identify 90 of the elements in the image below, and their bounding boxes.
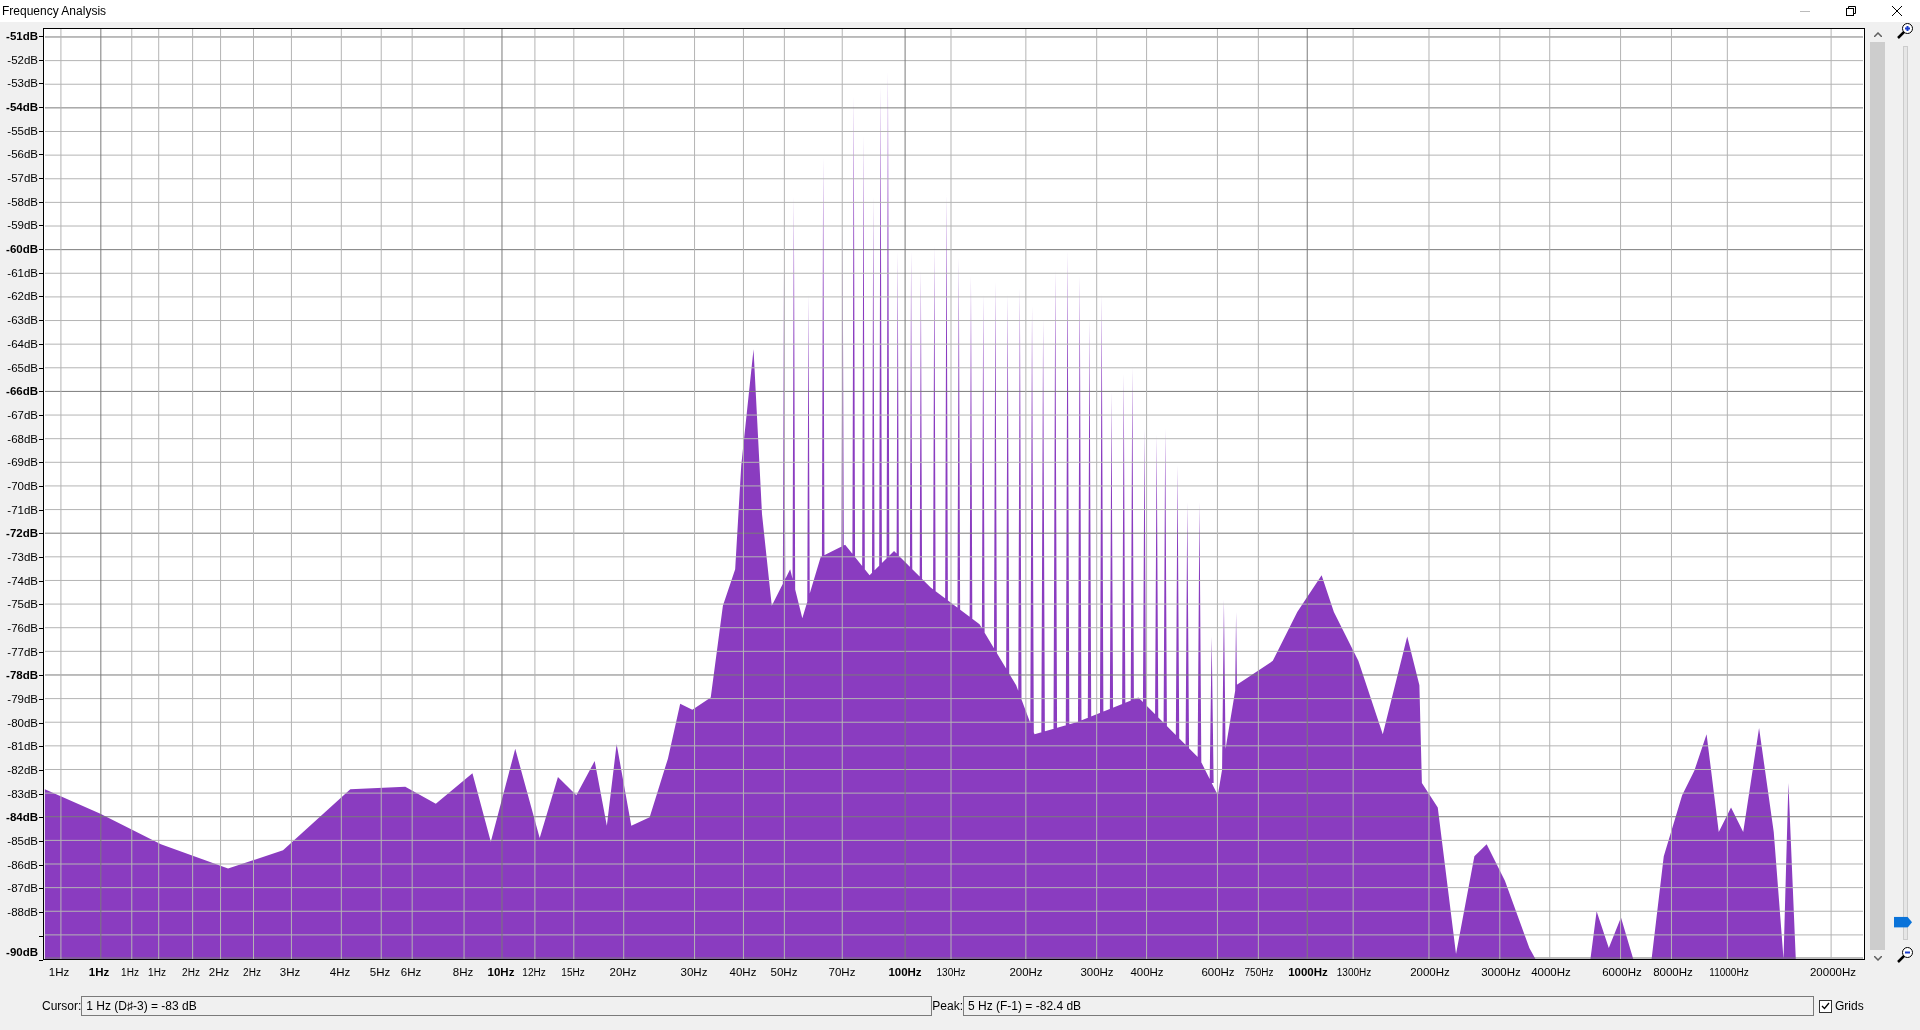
y-axis-label: -82dB	[7, 764, 38, 777]
y-axis-label: -65dB	[7, 361, 38, 374]
y-axis-label: -68dB	[7, 432, 38, 445]
y-axis-label: -53dB	[7, 77, 38, 90]
y-axis-label: -72dB	[6, 527, 38, 540]
y-axis-label: -86dB	[7, 858, 38, 871]
x-axis-label: 5Hz	[369, 966, 391, 978]
x-axis-label: 1Hz	[48, 966, 70, 978]
x-axis-label: 4Hz	[329, 966, 351, 978]
y-axis-label: -60dB	[6, 243, 38, 256]
cursor-label: Cursor:	[42, 999, 82, 1013]
y-axis-label: -73dB	[7, 550, 38, 563]
y-axis-label: -88dB	[7, 906, 38, 919]
x-axis-label: 6Hz	[400, 966, 422, 978]
minimize-icon	[1800, 10, 1810, 12]
x-axis-label: 2Hz	[243, 967, 261, 978]
zoom-out-icon[interactable]	[1896, 946, 1914, 964]
y-axis-label: -52dB	[7, 53, 38, 66]
x-axis-label: 1Hz	[148, 967, 166, 978]
x-axis-label: 600Hz	[1201, 966, 1235, 978]
x-axis-label: 10Hz	[487, 966, 515, 978]
x-axis-label: 200Hz	[1009, 966, 1043, 978]
x-axis-label: 6000Hz	[1602, 966, 1642, 978]
y-axis-label: -77dB	[7, 645, 38, 658]
y-axis-label: -57dB	[7, 172, 38, 185]
y-axis-label: -76dB	[7, 622, 38, 634]
x-axis-label: 1300Hz	[1336, 967, 1372, 978]
y-axis-label: -84dB	[6, 811, 38, 824]
y-axis-label: -71dB	[7, 503, 38, 516]
y-axis-label: -54dB	[6, 101, 38, 114]
x-axis-label: 15Hz	[561, 967, 585, 978]
x-axis-label: 3Hz	[279, 966, 301, 978]
y-axis-label: -79dB	[7, 693, 38, 706]
y-axis-label: -87dB	[7, 882, 38, 895]
y-axis-label: -63dB	[7, 314, 38, 327]
x-axis-label: 8000Hz	[1653, 966, 1693, 978]
x-axis-label: 12Hz	[522, 967, 546, 978]
y-axis-label: -81dB	[7, 740, 38, 753]
chevron-down-icon	[1873, 955, 1882, 961]
x-axis-label: 20Hz	[609, 966, 637, 978]
peak-label: Peak:	[932, 999, 964, 1013]
y-axis-label: -56dB	[7, 148, 38, 161]
x-axis-label: 2Hz	[182, 967, 200, 978]
x-axis-label: 4000Hz	[1531, 966, 1571, 978]
y-axis-label: -80dB	[7, 716, 38, 729]
y-axis-label: -64dB	[7, 337, 38, 350]
y-axis-label: -51dB	[6, 30, 38, 42]
y-axis-label: -85dB	[7, 835, 38, 848]
y-axis-label: -55dB	[7, 124, 38, 137]
zoom-in-icon[interactable]	[1896, 22, 1914, 40]
x-axis-label: 100Hz	[888, 966, 922, 978]
y-axis-label: -59dB	[7, 219, 38, 232]
x-axis-label: 400Hz	[1130, 966, 1164, 978]
y-axis-label: -58dB	[7, 195, 38, 208]
x-axis-label: 20000Hz	[1810, 966, 1856, 978]
y-axis-label: -74dB	[7, 574, 38, 587]
x-axis-label: 2000Hz	[1410, 966, 1450, 978]
chevron-up-icon	[1873, 31, 1882, 37]
y-axis-label: -62dB	[7, 290, 38, 303]
x-axis-label: 8Hz	[452, 966, 474, 978]
y-axis-label: -66dB	[6, 385, 38, 398]
grids-label: Grids	[1835, 999, 1864, 1013]
y-axis-label: -69dB	[7, 456, 38, 469]
x-axis-label: 3000Hz	[1481, 966, 1521, 978]
x-axis-label: 1Hz	[121, 967, 139, 978]
x-axis-label: 40Hz	[729, 966, 757, 978]
x-axis-label: 30Hz	[680, 966, 708, 978]
x-axis-label: 130Hz	[936, 967, 966, 978]
x-axis-label: 2Hz	[208, 966, 230, 978]
y-axis-label: -90dB	[6, 946, 38, 958]
cursor-field[interactable]: 1 Hz (D♯-3) = -83 dB	[81, 996, 933, 1016]
restore-icon	[1846, 6, 1856, 16]
x-axis-label: 11000Hz	[1709, 967, 1749, 978]
grids-checkbox[interactable]	[1819, 999, 1833, 1013]
close-icon	[1892, 6, 1902, 16]
y-axis-label: -67dB	[7, 408, 38, 421]
y-axis-label: -75dB	[7, 598, 38, 611]
y-axis-label: -61dB	[7, 266, 38, 279]
x-axis-label: 1Hz	[88, 966, 110, 978]
x-axis-label: 70Hz	[828, 966, 856, 978]
x-axis-label: 750Hz	[1244, 967, 1274, 978]
window-title: Frequency Analysis	[1, 4, 108, 18]
peak-field[interactable]: 5 Hz (F-1) = -82.4 dB	[963, 996, 1815, 1016]
x-axis-label: 50Hz	[770, 966, 798, 978]
y-axis-label: -70dB	[7, 479, 38, 492]
y-axis-label: -78dB	[6, 669, 38, 682]
y-axis-label: -83dB	[7, 787, 38, 800]
x-axis-label: 1000Hz	[1288, 966, 1328, 978]
x-axis-label: 300Hz	[1080, 966, 1114, 978]
scrollbar-track[interactable]	[1870, 42, 1885, 950]
